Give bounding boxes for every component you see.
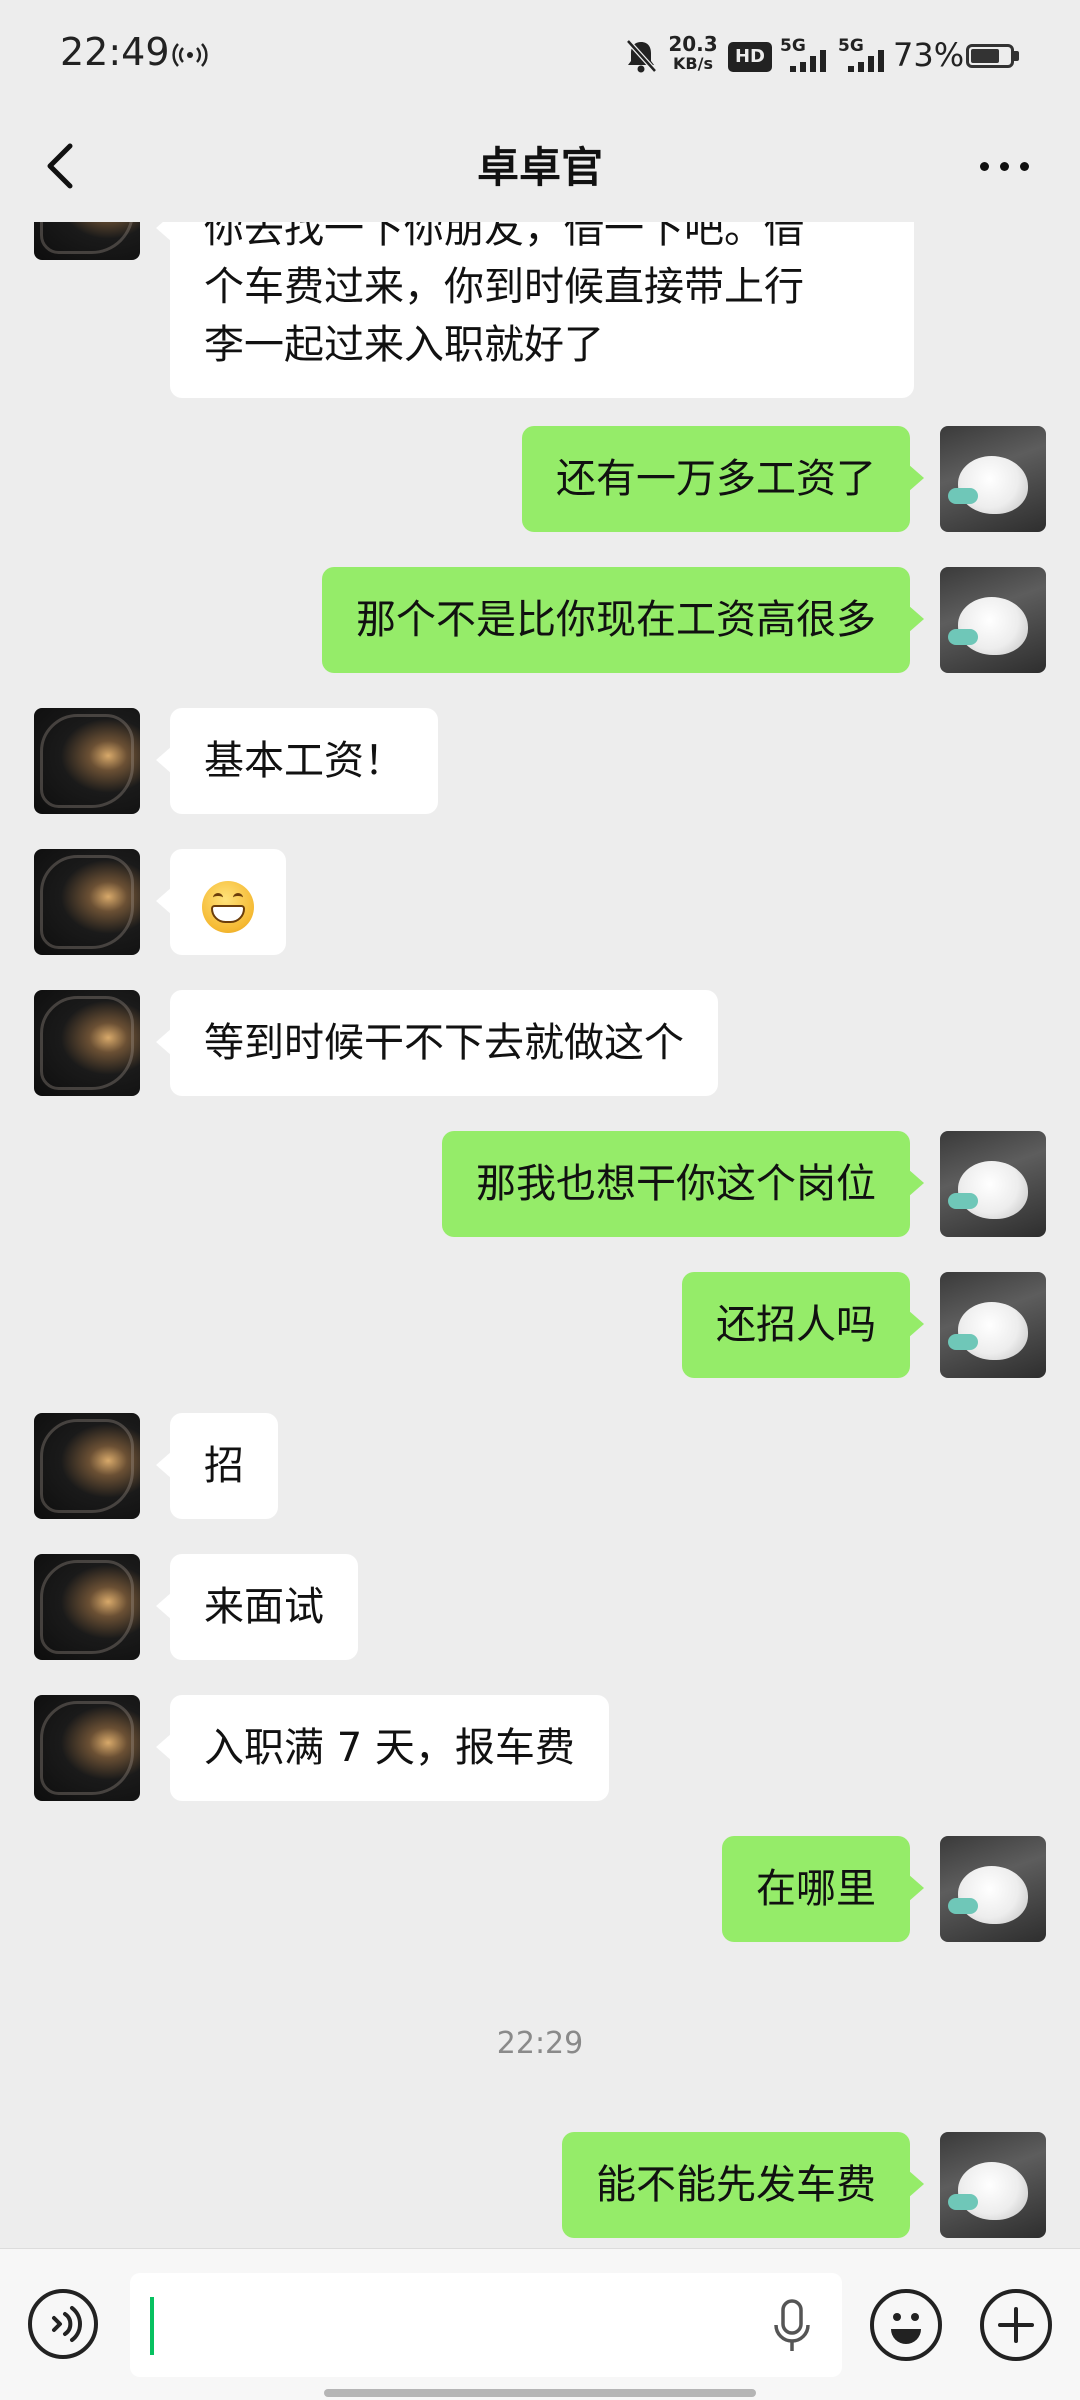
avatar-toy <box>948 2194 978 2210</box>
more-dot <box>1000 162 1009 171</box>
more-dot <box>980 162 989 171</box>
message-timestamp: 22:29 <box>496 2026 584 2061</box>
contact-avatar[interactable] <box>34 1695 140 1801</box>
input-bar <box>0 2248 1080 2400</box>
contact-avatar[interactable] <box>34 1413 140 1519</box>
signal-5g-2: 5G <box>838 36 894 76</box>
emoji-eye <box>213 893 223 902</box>
avatar-dog <box>958 1302 1028 1360</box>
avatar-toy <box>948 488 978 504</box>
status-time: 22:49 <box>60 30 170 74</box>
hd-badge-label: HD <box>734 46 765 67</box>
message-bubble-received[interactable]: 入职满 7 天，报车费 <box>156 1695 609 1801</box>
chat-title: 卓卓官 <box>476 143 603 192</box>
avatar-dog <box>958 2162 1028 2220</box>
my-avatar[interactable] <box>940 2132 1046 2238</box>
text-caret <box>150 2297 154 2355</box>
message-bubble-sent[interactable]: 那我也想干你这个岗位 <box>442 1131 924 1237</box>
more-icon[interactable] <box>976 150 1032 180</box>
smiley <box>891 2313 921 2344</box>
battery-percent: 73% <box>893 36 965 74</box>
chat-header: 卓卓官 <box>0 110 1080 222</box>
contact-avatar[interactable] <box>34 222 140 260</box>
my-avatar[interactable] <box>940 1131 1046 1237</box>
net-speed-unit: KB/s <box>673 54 713 73</box>
avatar-toy <box>948 1193 978 1209</box>
avatar-toy <box>948 1334 978 1350</box>
message-line: 李一起过来入职就好了 <box>204 322 604 368</box>
avatar-dog <box>958 1866 1028 1924</box>
avatar-dog <box>958 456 1028 514</box>
battery-tip <box>1014 51 1019 61</box>
contact-avatar[interactable] <box>34 990 140 1096</box>
hd-badge: HD <box>728 42 772 72</box>
voice-icon[interactable] <box>28 2289 98 2359</box>
avatar-toy <box>948 1898 978 1914</box>
message-bubble-sent[interactable]: 还有一万多工资了 <box>522 426 924 532</box>
hotspot-icon <box>172 43 208 67</box>
home-indicator[interactable] <box>324 2389 756 2397</box>
message-bubble-received[interactable]: 你去找一下你朋友，借一下吧。借 个车费过来，你到时候直接带上行 李一起过来入职就… <box>156 222 914 398</box>
message-line: 个车费过来，你到时候直接带上行 <box>204 264 804 310</box>
mic-icon[interactable] <box>770 2297 814 2357</box>
voice-waves <box>52 2306 82 2342</box>
battery-icon <box>966 44 1014 68</box>
my-avatar[interactable] <box>940 426 1046 532</box>
message-bubble-sent[interactable]: 那个不是比你现在工资高很多 <box>322 567 924 673</box>
status-bar: 22:49 20.3 KB/s HD 5G 5G 73% <box>0 0 1080 110</box>
chat-screen: 22:49 20.3 KB/s HD 5G 5G 73% 卓卓官 你去找一下你朋… <box>0 0 1080 2400</box>
mute-bell-icon <box>626 39 657 73</box>
signal-bars-icon <box>848 50 884 72</box>
signal-5g-1: 5G <box>780 36 836 76</box>
avatar-dog <box>958 597 1028 655</box>
message-line: 你去找一下你朋友，借一下吧。借 <box>204 222 804 252</box>
contact-avatar[interactable] <box>34 849 140 955</box>
plus-sign <box>998 2307 1034 2343</box>
my-avatar[interactable] <box>940 1836 1046 1942</box>
message-bubble-sent[interactable]: 还招人吗 <box>682 1272 924 1378</box>
avatar-toy <box>948 629 978 645</box>
emoji-icon[interactable] <box>870 2289 942 2361</box>
message-bubble-received[interactable]: 基本工资！ <box>156 708 438 814</box>
message-bubble-received[interactable] <box>156 849 286 955</box>
emoji-mouth <box>211 905 245 923</box>
grinning-face-icon <box>202 881 254 933</box>
my-avatar[interactable] <box>940 1272 1046 1378</box>
message-bubble-received[interactable]: 招 <box>156 1413 278 1519</box>
signal-bars-icon <box>790 50 826 72</box>
contact-avatar[interactable] <box>34 1554 140 1660</box>
message-list[interactable]: 你去找一下你朋友，借一下吧。借 个车费过来，你到时候直接带上行 李一起过来入职就… <box>0 222 1080 2248</box>
plus-icon[interactable] <box>980 2289 1052 2361</box>
message-bubble-received[interactable]: 来面试 <box>156 1554 358 1660</box>
emoji-eye <box>233 893 243 902</box>
message-bubble-sent[interactable]: 能不能先发车费 <box>562 2132 924 2238</box>
message-bubble-received[interactable]: 等到时候干不下去就做这个 <box>156 990 718 1096</box>
net-speed: 20.3 KB/s <box>666 34 720 74</box>
my-avatar[interactable] <box>940 567 1046 673</box>
battery-fill <box>971 49 999 63</box>
contact-avatar[interactable] <box>34 708 140 814</box>
more-dot <box>1020 162 1029 171</box>
message-bubble-sent[interactable]: 在哪里 <box>722 1836 924 1942</box>
message-input[interactable] <box>130 2273 842 2377</box>
net-speed-value: 20.3 <box>668 32 718 56</box>
avatar-dog <box>958 1161 1028 1219</box>
